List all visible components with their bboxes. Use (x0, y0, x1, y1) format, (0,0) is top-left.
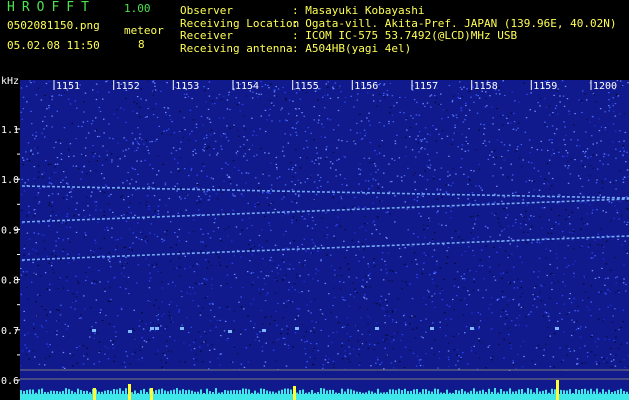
time-tick-label: 1200 (593, 81, 617, 92)
freq-tick-label: 0.7 (1, 326, 19, 337)
time-tick-label: 1155 (295, 81, 319, 92)
time-tick-label: 1151 (56, 81, 80, 92)
freq-unit-label: kHz (1, 76, 19, 87)
freq-tick-label: 0.8 (1, 276, 19, 287)
time-tick-label: 1159 (533, 81, 557, 92)
time-tick-label: 1156 (354, 81, 378, 92)
freq-tick-label: 0.6 (1, 376, 19, 387)
time-tick-label: 1152 (116, 81, 140, 92)
time-tick-label: 1154 (235, 81, 259, 92)
time-tick-label: 1157 (414, 81, 438, 92)
freq-tick-label: 1.1 (1, 125, 19, 136)
spectrogram: kHz 1.1 1.0 0.9 0.8 0.7 0.6 1151 1152 1153 1154 11… (1, 76, 629, 400)
time-tick-label: 1158 (474, 81, 498, 92)
freq-tick-label: 0.9 (1, 225, 19, 236)
time-tick-label: 1153 (175, 81, 199, 92)
freq-tick-label: 1.0 (1, 175, 19, 186)
